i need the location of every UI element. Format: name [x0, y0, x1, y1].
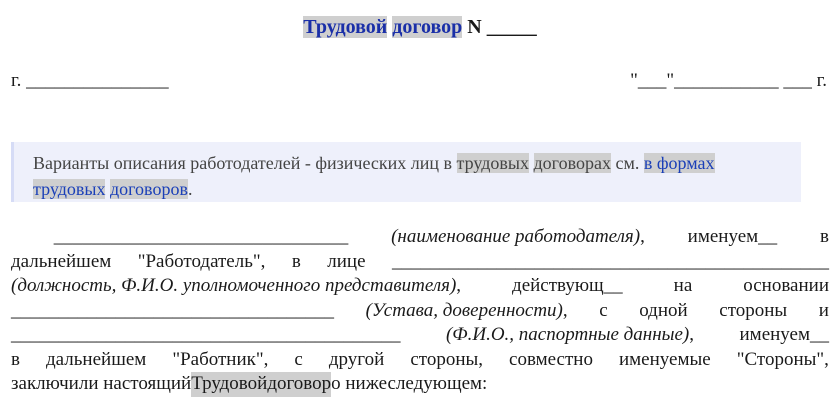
comma: ,: [689, 324, 695, 345]
representative-caption-text: (должность, Ф.И.О. уполномоченного предс…: [11, 275, 457, 296]
word: в: [291, 250, 301, 272]
basis-caption-text: (Устава, доверенности): [365, 299, 563, 321]
employee-caption: (Ф.И.О., паспортные данные),: [446, 323, 694, 348]
word: "Стороны",: [736, 348, 829, 370]
forms-link-1[interactable]: в формах: [643, 153, 715, 173]
line7-suffix: о нижеследующем:: [331, 373, 488, 394]
title-number: N _____: [467, 16, 537, 38]
word: совместно: [509, 348, 593, 370]
title-link[interactable]: Трудовой договор: [303, 16, 463, 38]
forms-link-3[interactable]: договоров: [109, 179, 188, 199]
preamble-line-5: ________________________________________…: [11, 323, 829, 348]
word: одной: [639, 299, 688, 321]
comma: ,: [640, 226, 645, 247]
title-link-word-1[interactable]: Трудовой: [303, 16, 388, 38]
word: на: [673, 275, 693, 296]
preamble-line-3: (должность, Ф.И.О. уполномоченного предс…: [11, 274, 829, 299]
word: другой: [328, 348, 385, 370]
note-space-1: [529, 153, 534, 173]
contract-preamble: _______________________________ (наимено…: [11, 225, 829, 397]
word: с: [294, 348, 303, 370]
word: дальнейшем: [11, 250, 112, 272]
employer-name-caption-text: (наименование работодателя): [391, 226, 641, 247]
word: "Работник",: [172, 348, 269, 370]
employer-name-blank-text: _______________________________: [53, 226, 349, 247]
word: и: [818, 299, 829, 321]
employer-name-blank: _______________________________: [11, 225, 349, 250]
preamble-line-1: _______________________________ (наимено…: [11, 225, 829, 250]
basis-blank: __________________________________: [11, 299, 334, 321]
preamble-line-4: __________________________________ (Уста…: [11, 299, 829, 324]
representative-caption: (должность, Ф.И.О. уполномоченного предс…: [11, 274, 461, 299]
word: именуем__: [687, 226, 778, 247]
note-end: .: [187, 179, 193, 199]
word: действующ__: [512, 275, 623, 296]
city-field: г. _______________: [11, 70, 169, 91]
preamble-line-7: заключили настоящий Трудовой договор о н…: [11, 372, 829, 397]
word: в: [11, 348, 20, 370]
date-field: "___"___________ ___ г.: [630, 70, 827, 91]
basis-caption: (Устава, доверенности),: [366, 299, 568, 324]
word: основании: [743, 275, 829, 296]
word: стороны,: [410, 348, 483, 370]
employee-blank: ________________________________________…: [11, 324, 401, 345]
employer-name-caption: (наименование работодателя),: [391, 225, 645, 250]
comma: ,: [562, 299, 568, 321]
line7-highlight-1: Трудовой: [191, 372, 268, 397]
word: именуем__: [739, 324, 830, 345]
word: дальнейшем: [46, 348, 147, 370]
word: лице: [327, 250, 366, 272]
employee-caption-text: (Ф.И.О., паспортные данные): [445, 324, 690, 345]
note-highlight-1: трудовых: [456, 153, 529, 173]
line7-prefix: заключили настоящий: [11, 373, 192, 394]
place-date-row: г. _______________ "___"___________ ___ …: [11, 70, 827, 96]
note-highlight-2: договорах: [533, 153, 611, 173]
word: именуемые: [618, 348, 711, 370]
forms-link-2[interactable]: трудовых: [33, 179, 106, 199]
title-link-word-2[interactable]: договор: [392, 16, 463, 38]
preamble-line-6: в дальнейшем "Работник", с другой сторон…: [11, 348, 829, 373]
info-note: Варианты описания работодателей - физиче…: [11, 142, 801, 202]
comma: ,: [456, 275, 462, 296]
word: стороны: [719, 299, 788, 321]
note-text-1: Варианты описания работодателей - физиче…: [33, 153, 457, 173]
line7-highlight-2: договор: [267, 372, 332, 397]
word: в: [820, 226, 829, 247]
document-title: Трудовой договор N _____: [0, 16, 840, 39]
representative-blank: ________________________________________…: [391, 250, 829, 272]
word: с: [599, 299, 608, 321]
note-text-2: см.: [610, 153, 644, 173]
preamble-line-2: дальнейшем "Работодатель", в лице ______…: [11, 250, 829, 275]
word: "Работодатель",: [137, 250, 266, 272]
